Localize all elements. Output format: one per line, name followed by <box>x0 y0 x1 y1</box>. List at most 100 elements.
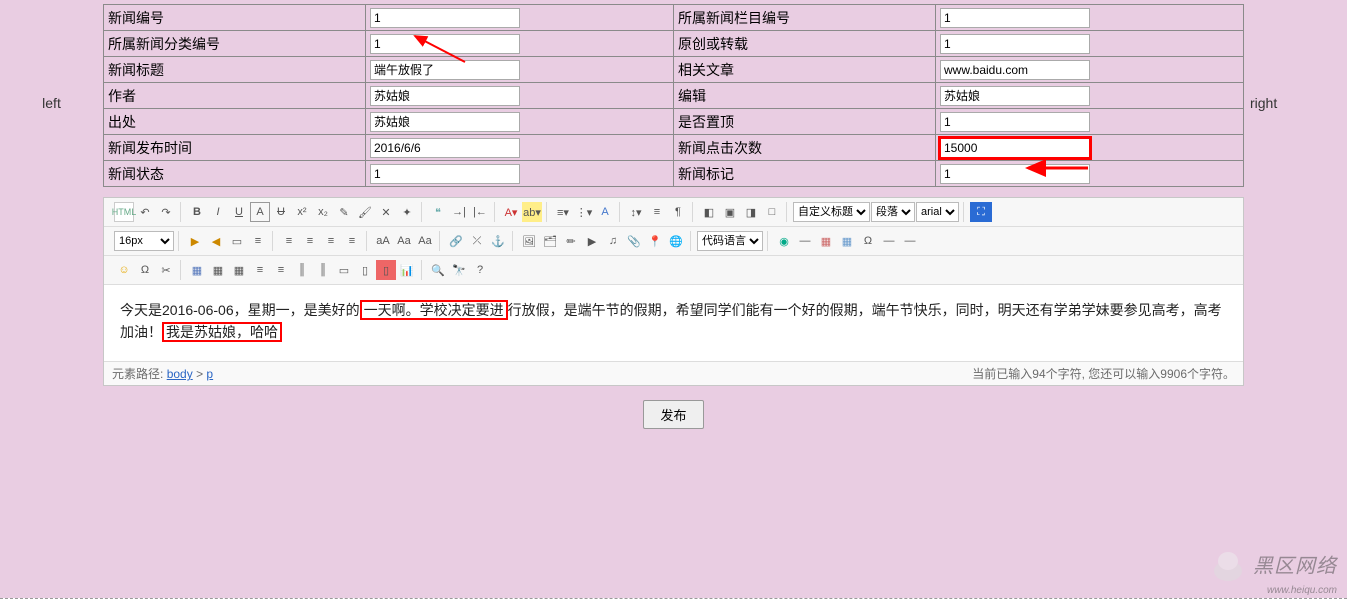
img-align-none-icon[interactable]: □ <box>762 202 782 222</box>
text-input[interactable] <box>940 164 1090 184</box>
select-all-icon[interactable]: A <box>595 202 615 222</box>
forecolor-icon[interactable]: A▾ <box>501 202 521 222</box>
font-border-icon[interactable]: A <box>250 202 270 222</box>
table-insert-icon[interactable]: ▦ <box>208 260 228 280</box>
unordered-list-icon[interactable]: ⋮▾ <box>574 202 594 222</box>
subscript-icon[interactable]: x₂ <box>313 202 333 222</box>
clear-format-icon[interactable]: ✕ <box>376 202 396 222</box>
redo-icon[interactable]: ↷ <box>156 202 176 222</box>
eraser-icon[interactable]: ✎ <box>334 202 354 222</box>
merge-icon[interactable]: ▭ <box>334 260 354 280</box>
font-family-select[interactable]: arial <box>916 202 959 222</box>
custom-title-select[interactable]: 自定义标题 <box>793 202 870 222</box>
align-left-icon[interactable]: ≡ <box>279 231 299 251</box>
text-input[interactable] <box>370 34 520 54</box>
img-align-left-icon[interactable]: ◧ <box>699 202 719 222</box>
text-input[interactable] <box>370 60 520 80</box>
font-size-select[interactable]: 16px <box>114 231 174 251</box>
row-icon[interactable]: ≡ <box>248 231 268 251</box>
align-center-icon[interactable]: ≡ <box>300 231 320 251</box>
align-justify-icon[interactable]: ≡ <box>342 231 362 251</box>
img-align-right-icon[interactable]: ◨ <box>741 202 761 222</box>
text-dir-icon[interactable]: ¶ <box>668 202 688 222</box>
bold-icon[interactable]: B <box>187 202 207 222</box>
map-icon[interactable]: 📍 <box>645 231 665 251</box>
video-icon[interactable]: ▶ <box>582 231 602 251</box>
caps-icon[interactable]: Aa <box>415 231 435 251</box>
text-input[interactable] <box>940 112 1090 132</box>
text-input[interactable] <box>940 34 1090 54</box>
unlink-icon[interactable]: ⤫ <box>467 231 487 251</box>
backcolor-icon[interactable]: ab▾ <box>522 202 542 222</box>
row-del-icon[interactable]: ≡ <box>271 260 291 280</box>
image-icon[interactable]: 🖼 <box>519 231 539 251</box>
find-icon[interactable]: 🔍 <box>428 260 448 280</box>
field-label: 原创或转载 <box>674 31 936 57</box>
superscript-icon[interactable]: x² <box>292 202 312 222</box>
align-icon[interactable]: ≡ <box>647 202 667 222</box>
upper-icon[interactable]: aA <box>373 231 393 251</box>
template-icon[interactable]: — <box>879 231 899 251</box>
split-icon[interactable]: ▯ <box>355 260 375 280</box>
undo-icon[interactable]: ↶ <box>135 202 155 222</box>
text-input[interactable] <box>370 138 520 158</box>
attach-icon[interactable]: 📎 <box>624 231 644 251</box>
scrawl-icon[interactable]: ✏ <box>561 231 581 251</box>
html-source-button[interactable]: HTML <box>114 202 134 222</box>
autotype-icon[interactable]: ✦ <box>397 202 417 222</box>
outdent-icon[interactable]: |← <box>470 202 490 222</box>
editor-content[interactable]: 今天是2016-06-06，星期一，是美好的一天啊。学校决定要进行放假，是端午节… <box>104 285 1243 361</box>
lower-icon[interactable]: Aa <box>394 231 414 251</box>
chart-icon[interactable]: 📊 <box>397 260 417 280</box>
path-p-link[interactable]: p <box>206 367 213 381</box>
print-icon[interactable]: — <box>900 231 920 251</box>
text-input[interactable] <box>370 86 520 106</box>
code-lang-select[interactable]: 代码语言 <box>697 231 763 251</box>
text-input[interactable] <box>940 8 1090 28</box>
preview-icon[interactable]: ◉ <box>774 231 794 251</box>
italic-icon[interactable]: I <box>208 202 228 222</box>
text-input[interactable] <box>370 112 520 132</box>
special-icon[interactable]: Ω <box>858 231 878 251</box>
date-icon[interactable]: ▦ <box>816 231 836 251</box>
emoji-icon[interactable]: ☺ <box>114 260 134 280</box>
quote-icon[interactable]: ❝ <box>428 202 448 222</box>
text-input[interactable] <box>370 164 520 184</box>
fullscreen-icon[interactable]: ⛶ <box>970 202 992 222</box>
text-input[interactable] <box>940 60 1090 80</box>
replace-icon[interactable]: 🔭 <box>449 260 469 280</box>
link-icon[interactable]: 🔗 <box>446 231 466 251</box>
bookmark-icon[interactable]: ◀ <box>206 231 226 251</box>
path-body-link[interactable]: body <box>167 367 193 381</box>
anchor-icon[interactable]: ▶ <box>185 231 205 251</box>
multi-image-icon[interactable]: 🗂 <box>540 231 560 251</box>
indent-icon[interactable]: →| <box>449 202 469 222</box>
format-brush-icon[interactable]: 🖌 <box>355 202 375 222</box>
pagebreak-icon[interactable]: ▭ <box>227 231 247 251</box>
gmap-icon[interactable]: 🌐 <box>666 231 686 251</box>
text-input[interactable] <box>940 138 1090 158</box>
img-align-center-icon[interactable]: ▣ <box>720 202 740 222</box>
paragraph-select[interactable]: 段落 <box>871 202 915 222</box>
spechar-icon[interactable]: Ω <box>135 260 155 280</box>
col-del-icon[interactable]: ║ <box>313 260 333 280</box>
align-right-icon[interactable]: ≡ <box>321 231 341 251</box>
time-icon[interactable]: ▦ <box>837 231 857 251</box>
strike-icon[interactable]: U <box>271 202 291 222</box>
snapscreen-icon[interactable]: ✂ <box>156 260 176 280</box>
ordered-list-icon[interactable]: ≡▾ <box>553 202 573 222</box>
table-del-icon[interactable]: ▦ <box>229 260 249 280</box>
publish-button[interactable]: 发布 <box>643 400 703 429</box>
table-icon[interactable]: ▦ <box>187 260 207 280</box>
underline-icon[interactable]: U <box>229 202 249 222</box>
hr-icon[interactable]: — <box>795 231 815 251</box>
cell-bg-icon[interactable]: ▯ <box>376 260 396 280</box>
text-input[interactable] <box>940 86 1090 106</box>
text-input[interactable] <box>370 8 520 28</box>
anchor2-icon[interactable]: ⚓ <box>488 231 508 251</box>
line-height-icon[interactable]: ↕▾ <box>626 202 646 222</box>
help-icon[interactable]: ? <box>470 260 490 280</box>
col-ins-icon[interactable]: ║ <box>292 260 312 280</box>
row-ins-icon[interactable]: ≡ <box>250 260 270 280</box>
music-icon[interactable]: ♫ <box>603 231 623 251</box>
